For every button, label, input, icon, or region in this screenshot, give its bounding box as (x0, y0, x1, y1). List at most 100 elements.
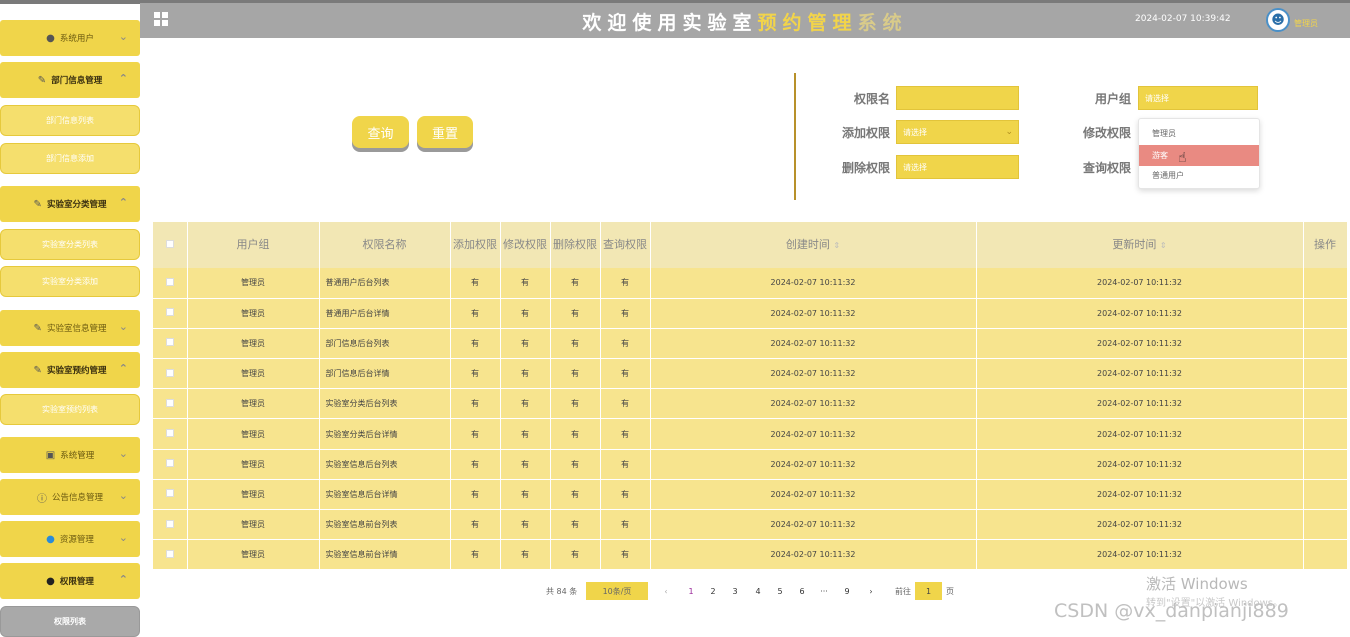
row-checkbox[interactable] (165, 549, 174, 558)
cell-actions[interactable] (1303, 539, 1348, 571)
sidebar-group-lab-booking[interactable]: ✎ 实验室预约管理 ⌃ (0, 352, 140, 388)
row-select-cell (153, 298, 188, 329)
cell-actions[interactable] (1303, 358, 1348, 390)
hand-cursor-icon: ☝ (1178, 150, 1187, 166)
query-button[interactable]: 查询 (352, 116, 409, 148)
row-checkbox[interactable] (165, 459, 174, 468)
page-size-select[interactable]: 10条/页 (586, 582, 648, 600)
sidebar-item-department-list[interactable]: 部门信息列表 (0, 105, 140, 136)
cell-actions[interactable] (1303, 388, 1348, 420)
reset-button[interactable]: 重置 (417, 116, 473, 148)
sidebar-group-system-users[interactable]: ● 系统用户 ⌄ (0, 20, 140, 56)
page-number[interactable]: 5 (774, 582, 786, 600)
select-all-checkbox[interactable] (165, 240, 174, 248)
chevron-down-icon: ⌄ (118, 320, 128, 333)
sidebar-group-department[interactable]: ✎ 部门信息管理 ⌃ (0, 62, 140, 98)
cell-actions[interactable] (1303, 449, 1348, 480)
col-created[interactable]: 创建时间 ⇕ (650, 222, 977, 268)
add-perm-select[interactable]: 请选择 ⌄ (896, 120, 1019, 144)
sidebar-item-department-add[interactable]: 部门信息添加 (0, 143, 140, 174)
cell-actions[interactable] (1303, 479, 1348, 511)
page-number[interactable]: 4 (752, 582, 764, 600)
sidebar-group-label: 系统管理 (60, 451, 95, 461)
cell-actions[interactable] (1303, 328, 1348, 360)
page-number[interactable]: 6 (796, 582, 808, 600)
row-select-cell (153, 509, 188, 541)
row-checkbox[interactable] (165, 277, 174, 286)
cell-query: 有 (600, 539, 651, 571)
cell-modify: 有 (500, 539, 551, 571)
cell-add: 有 (450, 449, 501, 480)
row-checkbox[interactable] (165, 489, 174, 498)
cell-updated: 2024-02-07 10:11:32 (976, 388, 1304, 420)
cell-modify: 有 (500, 358, 551, 390)
avatar[interactable]: ☻ (1266, 8, 1290, 32)
cell-actions[interactable] (1303, 418, 1348, 450)
row-select-cell (153, 268, 188, 299)
delete-perm-select[interactable]: 请选择 (896, 155, 1019, 179)
sidebar-group-system-management[interactable]: ▣ 系统管理 ⌄ (0, 437, 140, 473)
cell-user-group: 管理员 (187, 358, 320, 390)
next-page-icon[interactable]: › (865, 582, 877, 600)
sort-icon[interactable]: ⇕ (833, 241, 840, 250)
cell-perm-name: 实验室信息前台列表 (319, 509, 451, 541)
row-checkbox[interactable] (165, 519, 174, 528)
row-select-cell (153, 539, 188, 571)
cell-updated: 2024-02-07 10:11:32 (976, 268, 1304, 299)
add-perm-value: 请选择 (903, 127, 927, 137)
cell-updated: 2024-02-07 10:11:32 (976, 539, 1304, 571)
dropdown-option-admin[interactable]: 管理员 (1139, 123, 1259, 144)
sidebar-item-permission-list[interactable]: 权限列表 (0, 606, 140, 637)
sort-icon[interactable]: ⇕ (1160, 241, 1167, 250)
row-checkbox[interactable] (165, 308, 174, 317)
page-ellipsis[interactable]: ··· (818, 582, 830, 600)
dropdown-option-user[interactable]: 普通用户 (1139, 165, 1259, 186)
edit-icon: ✎ (37, 74, 47, 86)
sidebar-item-lab-booking-list[interactable]: 实验室预约列表 (0, 394, 140, 425)
row-checkbox[interactable] (165, 338, 174, 347)
page-number[interactable]: 9 (841, 582, 853, 600)
cell-perm-name: 实验室分类后台列表 (319, 388, 451, 420)
edit-icon: ✎ (33, 198, 42, 210)
search-divider (794, 73, 796, 200)
row-select-cell (153, 388, 188, 420)
row-select-cell (153, 449, 188, 480)
table-row: 管理员 实验室信息前台详情有有有有 2024-02-07 10:11:32 2024-… (153, 539, 1348, 571)
row-checkbox[interactable] (165, 398, 174, 407)
chevron-up-icon: ⌃ (118, 196, 128, 209)
sidebar-group-resources[interactable]: ● 资源管理 ⌄ (0, 521, 140, 557)
table-row: 管理员 普通用户后台详情有有有有 2024-02-07 10:11:32 2024-0… (153, 298, 1348, 329)
user-role[interactable]: 管理员 (1294, 18, 1318, 29)
col-user-group: 用户组 (187, 222, 320, 268)
current-datetime: 2024-02-07 10:39:42 (1135, 14, 1231, 24)
cell-actions[interactable] (1303, 298, 1348, 329)
sidebar-item-lab-category-list[interactable]: 实验室分类列表 (0, 229, 140, 260)
goto-page-input[interactable]: 1 (915, 582, 942, 600)
cell-user-group: 管理员 (187, 449, 320, 480)
row-checkbox[interactable] (165, 429, 174, 438)
cell-actions[interactable] (1303, 268, 1348, 299)
prev-page-icon[interactable]: ‹ (660, 582, 672, 600)
cell-created: 2024-02-07 10:11:32 (650, 418, 977, 450)
cell-add: 有 (450, 509, 501, 541)
csdn-watermark: CSDN @vx_danpianji889 (1054, 600, 1289, 622)
row-checkbox[interactable] (165, 368, 174, 377)
sidebar-group-announcement[interactable]: ⓘ 公告信息管理 ⌄ (0, 479, 140, 515)
sidebar-group-lab-category[interactable]: ✎ 实验室分类管理 ⌃ (0, 186, 140, 222)
user-group-select[interactable]: 请选择 (1138, 86, 1258, 110)
page-number[interactable]: 3 (729, 582, 741, 600)
user-group-dropdown: 管理员 游客 普通用户 (1138, 118, 1260, 189)
page-number[interactable]: 1 (685, 582, 697, 600)
dropdown-option-guest[interactable]: 游客 (1139, 145, 1259, 166)
table-row: 管理员 实验室分类后台详情有有有有 2024-02-07 10:11:32 2024-… (153, 418, 1348, 450)
info-icon: ⓘ (36, 493, 47, 505)
col-updated[interactable]: 更新时间 ⇕ (976, 222, 1304, 268)
perm-name-input[interactable] (896, 86, 1019, 110)
sidebar-item-lab-category-add[interactable]: 实验室分类添加 (0, 266, 140, 297)
page-number[interactable]: 2 (707, 582, 719, 600)
col-perm-name: 权限名称 (319, 222, 451, 268)
cell-actions[interactable] (1303, 509, 1348, 541)
sidebar-group-lab-info[interactable]: ✎ 实验室信息管理 ⌄ (0, 310, 140, 346)
chevron-up-icon: ⌃ (118, 72, 128, 85)
modify-perm-label: 修改权限 (1082, 126, 1131, 140)
